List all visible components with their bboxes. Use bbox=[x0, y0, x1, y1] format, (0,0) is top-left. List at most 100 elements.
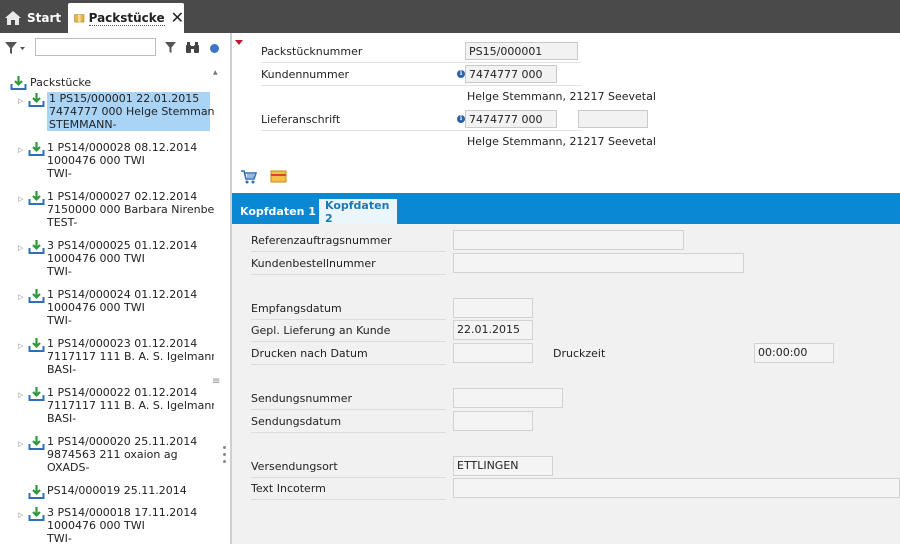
close-icon[interactable]: ✕ bbox=[171, 10, 184, 26]
expand-arrow-icon[interactable]: ▷ bbox=[18, 293, 23, 301]
splitter-grip-icon[interactable] bbox=[223, 446, 227, 467]
sendungsnummer-field[interactable] bbox=[453, 388, 563, 408]
status-dot-icon[interactable] bbox=[210, 44, 219, 53]
tab-start[interactable]: Start bbox=[4, 3, 64, 33]
tree-item[interactable]: PS14/000019 25.11.2014 bbox=[18, 483, 214, 503]
divider bbox=[251, 341, 446, 342]
filter-dropdown-icon[interactable] bbox=[4, 41, 26, 55]
expand-arrow-icon[interactable]: ▷ bbox=[18, 511, 23, 519]
download-icon bbox=[28, 93, 45, 107]
binoculars-icon[interactable] bbox=[185, 41, 200, 54]
divider bbox=[261, 62, 581, 63]
download-icon bbox=[28, 289, 45, 303]
search-input[interactable] bbox=[35, 38, 156, 56]
download-icon bbox=[28, 240, 45, 254]
lieferanschrift-label: Lieferanschrift bbox=[261, 112, 341, 126]
tree-item-text: 1 PS14/000020 25.11.2014 9874563 211 oxai… bbox=[47, 435, 198, 474]
tree-item[interactable]: ▷ 1 PS14/000023 01.12.2014 7117117 111 B.… bbox=[18, 336, 214, 380]
divider bbox=[251, 499, 446, 500]
tab-packstuecke-label: Packstücke bbox=[88, 10, 165, 26]
divider bbox=[261, 130, 581, 131]
expand-arrow-icon[interactable]: ▷ bbox=[18, 244, 23, 252]
tree-item[interactable]: ▷ 1 PS14/000020 25.11.2014 9874563 211 ox… bbox=[18, 434, 214, 478]
filter-icon[interactable] bbox=[164, 41, 177, 54]
sendungsnummer-label: Sendungsnummer bbox=[251, 391, 353, 405]
tree-root[interactable]: Packstücke bbox=[10, 73, 91, 91]
text-incoterm-label: Text Incoterm bbox=[251, 481, 326, 495]
packstuecknummer-field[interactable]: PS15/000001 bbox=[465, 42, 578, 60]
download-icon bbox=[28, 507, 45, 521]
tree-root-label: Packstücke bbox=[30, 75, 92, 89]
tab-start-label: Start bbox=[27, 11, 62, 25]
sendungsdatum-label: Sendungsdatum bbox=[251, 414, 342, 428]
resize-grip-icon[interactable]: ≡ bbox=[212, 376, 220, 387]
expand-arrow-icon[interactable]: ▷ bbox=[18, 146, 23, 154]
info-icon[interactable]: i bbox=[457, 70, 465, 78]
divider bbox=[251, 432, 446, 433]
expand-arrow-icon[interactable]: ▷ bbox=[18, 195, 23, 203]
kundenbestellnummer-field[interactable] bbox=[453, 253, 744, 273]
tree-item[interactable]: ▷ 3 PS14/000025 01.12.2014 1000476 000 TW… bbox=[18, 238, 214, 282]
tree-item[interactable]: ▷ 3 PS14/000018 17.11.2014 1000476 000 TW… bbox=[18, 505, 214, 544]
tree-item-text: 1 PS14/000023 01.12.2014 7117117 111 B. A… bbox=[47, 337, 214, 376]
divider bbox=[251, 274, 446, 275]
package-icon bbox=[74, 14, 85, 23]
tree-item-text: 1 PS15/000001 22.01.2015 7474777 000 Helg… bbox=[47, 92, 214, 131]
tree-item-text: 1 PS14/000022 01.12.2014 7117117 111 B. A… bbox=[47, 386, 214, 425]
left-panel: Packstücke ▷ 1 PS15/000001 22.01.2015 747… bbox=[0, 33, 230, 544]
divider bbox=[251, 364, 446, 365]
lieferanschrift-field[interactable]: 7474777 000 bbox=[465, 110, 557, 128]
referenzauftragsnummer-field[interactable] bbox=[453, 230, 684, 250]
druckzeit-field[interactable]: 00:00:00 bbox=[754, 343, 834, 363]
invoice-icon[interactable] bbox=[270, 170, 287, 183]
empfangsdatum-label: Empfangsdatum bbox=[251, 301, 342, 315]
kopfdaten-2-form: Referenzauftragsnummer Kundenbestellnumm… bbox=[232, 224, 900, 544]
detail-panel: Packstücknummer PS15/000001 Kundennummer… bbox=[232, 33, 900, 544]
tab-packstuecke[interactable]: Packstücke ✕ bbox=[68, 3, 184, 33]
tree-item[interactable]: ▷ 1 PS14/000022 01.12.2014 7117117 111 B.… bbox=[18, 385, 214, 429]
tree-item[interactable]: ▷ 1 PS14/000028 08.12.2014 1000476 000 TW… bbox=[18, 140, 214, 184]
divider bbox=[251, 409, 446, 410]
tree-item[interactable]: ▷ 1 PS15/000001 22.01.2015 7474777 000 He… bbox=[18, 91, 214, 135]
tree-item-text: 1 PS14/000027 02.12.2014 7150000 000 Barb… bbox=[47, 190, 214, 229]
versendungsort-label: Versendungsort bbox=[251, 459, 338, 473]
lieferanschrift-name: Helge Stemmann, 21217 Seevetal bbox=[467, 135, 656, 148]
gepl-lieferung-field[interactable]: 22.01.2015 bbox=[453, 320, 533, 340]
divider bbox=[261, 85, 581, 86]
lieferanschrift-extra-field[interactable] bbox=[578, 110, 648, 128]
kundenbestellnummer-label: Kundenbestellnummer bbox=[251, 256, 376, 270]
download-icon bbox=[28, 436, 45, 450]
sendungsdatum-field[interactable] bbox=[453, 411, 533, 431]
tree-item-text: PS14/000019 25.11.2014 bbox=[47, 484, 187, 497]
expand-arrow-icon[interactable]: ▷ bbox=[18, 391, 23, 399]
top-tab-bar: Start Packstücke ✕ bbox=[0, 0, 900, 33]
expand-arrow-icon[interactable]: ▷ bbox=[18, 97, 23, 105]
drucken-nach-datum-label: Drucken nach Datum bbox=[251, 346, 368, 360]
tree-item[interactable]: ▷ 1 PS14/000024 01.12.2014 1000476 000 TW… bbox=[18, 287, 214, 331]
empfangsdatum-field[interactable] bbox=[453, 298, 533, 318]
cart-icon[interactable] bbox=[240, 169, 257, 184]
download-icon bbox=[28, 191, 45, 205]
panel-tab-strip: Kopfdaten 1 Kopfdaten 2 bbox=[232, 193, 900, 225]
tab-kopfdaten-2[interactable]: Kopfdaten 2 bbox=[319, 199, 397, 225]
collapse-icon[interactable] bbox=[235, 40, 243, 45]
tree-item-text: 3 PS14/000025 01.12.2014 1000476 000 TWI T… bbox=[47, 239, 198, 278]
kundennummer-field[interactable]: 7474777 000 bbox=[465, 65, 557, 83]
gepl-lieferung-label: Gepl. Lieferung an Kunde bbox=[251, 323, 391, 337]
packstuecknummer-label: Packstücknummer bbox=[261, 44, 363, 58]
info-icon[interactable]: i bbox=[457, 115, 465, 123]
download-icon bbox=[28, 485, 45, 499]
text-incoterm-field[interactable] bbox=[453, 478, 900, 498]
expand-arrow-icon[interactable]: ▷ bbox=[18, 440, 23, 448]
scroll-up-icon[interactable]: ▲ bbox=[213, 69, 218, 76]
versendungsort-field[interactable]: ETTLINGEN bbox=[453, 456, 553, 476]
tree-item-text: 3 PS14/000018 17.11.2014 1000476 000 TWI T… bbox=[47, 506, 198, 544]
kundennummer-label: Kundennummer bbox=[261, 67, 349, 81]
drucken-nach-datum-field[interactable] bbox=[453, 343, 533, 363]
druckzeit-label: Druckzeit bbox=[553, 346, 606, 360]
expand-arrow-icon[interactable]: ▷ bbox=[18, 342, 23, 350]
tab-kopfdaten-1[interactable]: Kopfdaten 1 bbox=[234, 199, 322, 224]
download-icon bbox=[28, 338, 45, 352]
tree-item[interactable]: ▷ 1 PS14/000027 02.12.2014 7150000 000 Ba… bbox=[18, 189, 214, 233]
download-icon bbox=[10, 75, 27, 90]
